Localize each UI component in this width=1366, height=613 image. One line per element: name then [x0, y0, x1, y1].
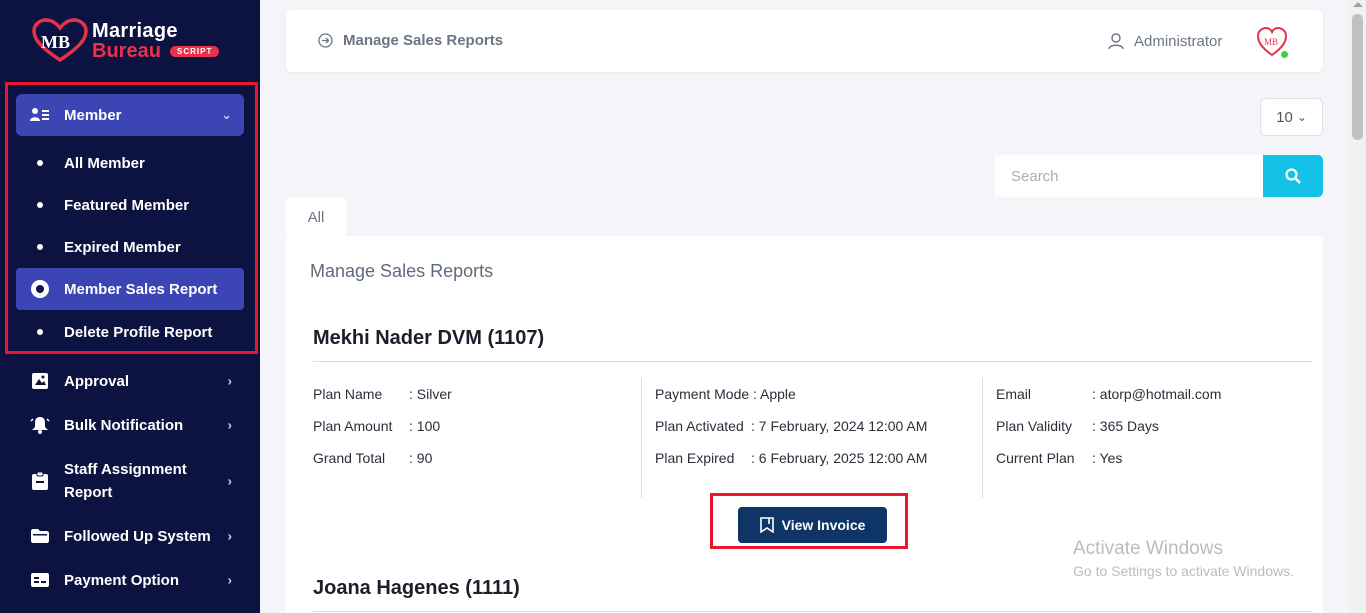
- sidebar-item-label: Followed Up System: [64, 527, 211, 545]
- sidebar-item-followed-up-system[interactable]: Followed Up System ›: [16, 524, 244, 548]
- circle-arrow-right-icon: [318, 33, 333, 48]
- sidebar-item-label: Staff Assignment Report: [64, 461, 187, 501]
- card-title: Manage Sales Reports: [310, 261, 494, 281]
- user-list-icon: [16, 107, 64, 123]
- sidebar-item-member[interactable]: Member ⌄: [16, 94, 244, 136]
- sidebar-subitem-label: All Member: [64, 154, 145, 172]
- column-divider: [982, 378, 983, 498]
- user-menu[interactable]: Administrator: [1108, 33, 1222, 50]
- avatar-monogram: MB: [1264, 37, 1278, 47]
- sidebar-item-label: Approval: [64, 372, 130, 390]
- sidebar: MB Marriage Bureau SCRIPT Member ⌄ All M…: [0, 0, 260, 613]
- chevron-down-icon: ⌄: [221, 107, 232, 122]
- chevron-right-icon: ›: [227, 473, 232, 489]
- user-name: Administrator: [1134, 33, 1223, 50]
- per-page-value: 10: [1276, 108, 1293, 126]
- breadcrumb: Manage Sales Reports: [318, 32, 503, 49]
- brand-line2: Bureau: [92, 40, 161, 62]
- plan-amount-label: Plan Amount: [313, 418, 393, 434]
- sidebar-subitem-label: Member Sales Report: [64, 280, 218, 298]
- bell-icon: [16, 416, 64, 434]
- search-button[interactable]: [1263, 155, 1323, 197]
- chevron-right-icon: ›: [227, 572, 232, 588]
- sidebar-subitem-label: Featured Member: [64, 196, 190, 214]
- bullet-icon: [16, 244, 64, 250]
- member-name: Joana Hagenes (1111): [313, 577, 520, 599]
- bullet-icon: [16, 329, 64, 335]
- brand-badge: SCRIPT: [170, 46, 220, 57]
- sidebar-subitem-member-sales-report[interactable]: Member Sales Report: [16, 268, 244, 310]
- tab-all[interactable]: All: [286, 197, 346, 237]
- sidebar-item-label: Bulk Notification: [64, 416, 184, 434]
- bookmark-icon: [759, 517, 774, 533]
- divider: [313, 361, 1312, 362]
- view-invoice-button[interactable]: View Invoice: [738, 507, 887, 543]
- top-header: Manage Sales Reports Administrator MB: [286, 10, 1323, 72]
- chevron-down-icon: ⌄: [1296, 110, 1307, 124]
- column-divider: [641, 378, 642, 498]
- grand-total-label: Grand Total: [313, 450, 386, 466]
- approval-icon: [16, 373, 64, 389]
- folder-icon: [16, 529, 64, 543]
- breadcrumb-title: Manage Sales Reports: [343, 32, 504, 49]
- plan-activated-value: : 7 February, 2024 12:00 AM: [751, 418, 928, 434]
- bullet-icon: [16, 202, 64, 208]
- sidebar-subitem-expired-member[interactable]: Expired Member: [16, 228, 244, 266]
- email-label: Email: [996, 386, 1032, 402]
- heart-logo-icon: MB: [32, 18, 88, 63]
- plan-amount-value: : 100: [409, 418, 441, 434]
- sidebar-subitem-delete-profile-report[interactable]: Delete Profile Report: [16, 313, 244, 351]
- chevron-right-icon: ›: [227, 373, 232, 389]
- sidebar-subitem-all-member[interactable]: All Member: [16, 144, 244, 182]
- sidebar-subitem-label: Expired Member: [64, 238, 181, 256]
- plan-name-value: : Silver: [409, 386, 452, 402]
- radio-ring-icon: [16, 280, 64, 298]
- sidebar-subitem-featured-member[interactable]: Featured Member: [16, 186, 244, 224]
- plan-name-label: Plan Name: [313, 386, 383, 402]
- email-value: : atorp@hotmail.com: [1092, 386, 1222, 402]
- sidebar-item-bulk-notification[interactable]: Bulk Notification ›: [16, 413, 244, 437]
- online-status-dot: [1280, 50, 1289, 59]
- plan-activated-label: Plan Activated: [655, 418, 744, 434]
- chevron-right-icon: ›: [227, 417, 232, 433]
- divider: [313, 611, 1312, 612]
- search-icon: [1285, 168, 1301, 184]
- logo-monogram: MB: [41, 32, 70, 52]
- plan-expired-value: : 6 February, 2025 12:00 AM: [751, 450, 928, 466]
- payment-mode-label: Payment Mode: [655, 386, 750, 402]
- plan-validity-value: : 365 Days: [1092, 418, 1159, 434]
- payment-mode-value: : Apple: [753, 386, 796, 402]
- current-plan-value: : Yes: [1092, 450, 1123, 466]
- sidebar-item-payment-option[interactable]: Payment Option ›: [16, 568, 244, 592]
- brand-logo[interactable]: MB Marriage Bureau SCRIPT: [32, 18, 232, 68]
- windows-watermark-subtitle: Go to Settings to activate Windows.: [1073, 563, 1294, 579]
- sidebar-subitem-label: Delete Profile Report: [64, 323, 213, 341]
- clipboard-icon: [16, 472, 64, 490]
- view-invoice-label: View Invoice: [781, 517, 866, 533]
- plan-expired-label: Plan Expired: [655, 450, 735, 466]
- sidebar-item-label: Payment Option: [64, 571, 180, 589]
- member-name: Mekhi Nader DVM (1107): [313, 327, 545, 349]
- scrollbar-thumb[interactable]: [1352, 14, 1363, 140]
- search-input[interactable]: [995, 155, 1263, 197]
- current-plan-label: Current Plan: [996, 450, 1075, 466]
- payment-card-icon: [16, 573, 64, 587]
- sidebar-item-label: Member: [64, 106, 122, 124]
- scroll-up-arrow-icon[interactable]: [1353, 2, 1363, 7]
- plan-validity-label: Plan Validity: [996, 418, 1073, 434]
- grand-total-value: : 90: [409, 450, 433, 466]
- per-page-select[interactable]: 10 ⌄: [1260, 98, 1323, 136]
- user-icon: [1108, 33, 1124, 50]
- chevron-right-icon: ›: [227, 528, 232, 544]
- sidebar-item-approval[interactable]: Approval ›: [16, 369, 244, 393]
- sidebar-item-staff-assignment-report[interactable]: Staff Assignment Report ›: [16, 458, 244, 504]
- windows-watermark-title: Activate Windows: [1073, 538, 1223, 559]
- bullet-icon: [16, 160, 64, 166]
